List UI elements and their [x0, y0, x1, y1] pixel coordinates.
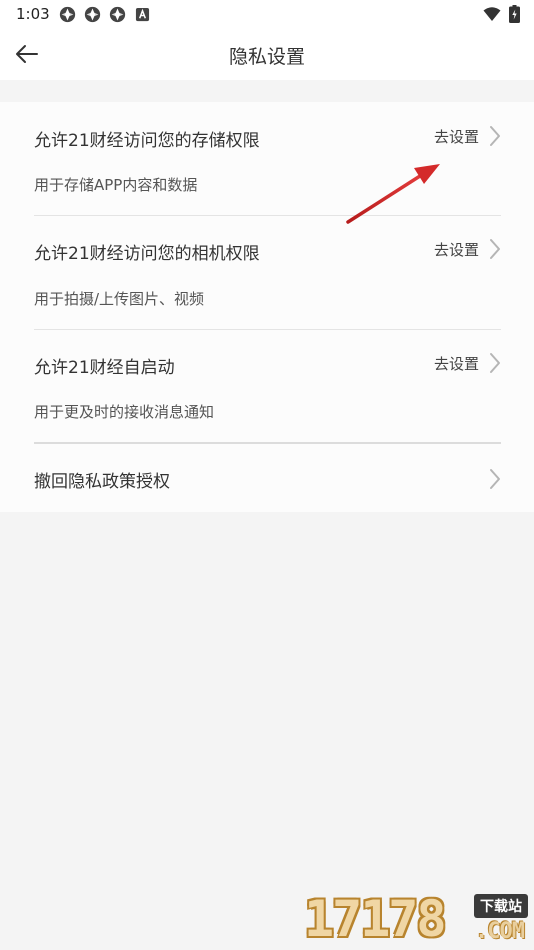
status-bar: 1:03 — [0, 0, 534, 28]
watermark-digits: 17178 — [304, 890, 447, 948]
chevron-right-icon — [490, 239, 500, 259]
revoke-chevron[interactable] — [489, 468, 501, 490]
privacy-settings-list: 允许21财经访问您的存储权限 用于存储APP内容和数据 去设置 允许21财经访问… — [0, 102, 534, 512]
settings-item-description: 用于存储APP内容和数据 — [34, 176, 198, 194]
chevron-right-icon — [490, 469, 500, 489]
a-badge-icon — [133, 5, 151, 23]
go-settings-button[interactable]: 去设置 — [434, 238, 501, 260]
settings-item-title: 允许21财经访问您的相机权限 — [34, 244, 260, 264]
go-settings-label: 去设置 — [433, 127, 479, 146]
page-title: 隐私设置 — [228, 46, 305, 68]
watermark-logo: 17178 下载站 .COM — [304, 890, 530, 948]
settings-item-title: 允许21财经访问您的存储权限 — [34, 131, 260, 151]
battery-charging-icon — [509, 5, 520, 27]
wifi-icon — [483, 6, 501, 26]
watermark-tag: 下载站 — [474, 894, 528, 918]
settings-item-auto-start[interactable]: 允许21财经自启动 用于更及时的接收消息通知 去设置 — [34, 330, 501, 443]
settings-item-storage-permission[interactable]: 允许21财经访问您的存储权限 用于存储APP内容和数据 去设置 — [34, 102, 501, 215]
notification-icon — [108, 5, 126, 23]
settings-item-revoke-privacy-consent[interactable]: 撤回隐私政策授权 — [34, 444, 501, 512]
go-settings-label: 去设置 — [433, 240, 479, 259]
status-time: 1:03 — [16, 5, 50, 23]
status-notification-icons — [58, 5, 151, 23]
notification-icon — [58, 5, 76, 23]
settings-item-title: 允许21财经自启动 — [34, 358, 175, 378]
settings-item-description: 用于更及时的接收消息通知 — [34, 403, 215, 421]
app-header: 隐私设置 — [0, 28, 534, 80]
watermark-domain: .COM — [475, 919, 525, 944]
chevron-right-icon — [490, 126, 500, 146]
chevron-right-icon — [490, 353, 500, 373]
settings-item-description: 用于拍摄/上传图片、视频 — [34, 290, 205, 308]
settings-item-title: 撤回隐私政策授权 — [34, 472, 170, 492]
settings-item-camera-permission[interactable]: 允许21财经访问您的相机权限 用于拍摄/上传图片、视频 去设置 — [34, 216, 501, 329]
status-system-icons — [483, 5, 520, 27]
go-settings-button[interactable]: 去设置 — [434, 125, 501, 147]
notification-icon — [83, 5, 101, 23]
go-settings-label: 去设置 — [433, 354, 479, 373]
go-settings-button[interactable]: 去设置 — [434, 352, 501, 374]
